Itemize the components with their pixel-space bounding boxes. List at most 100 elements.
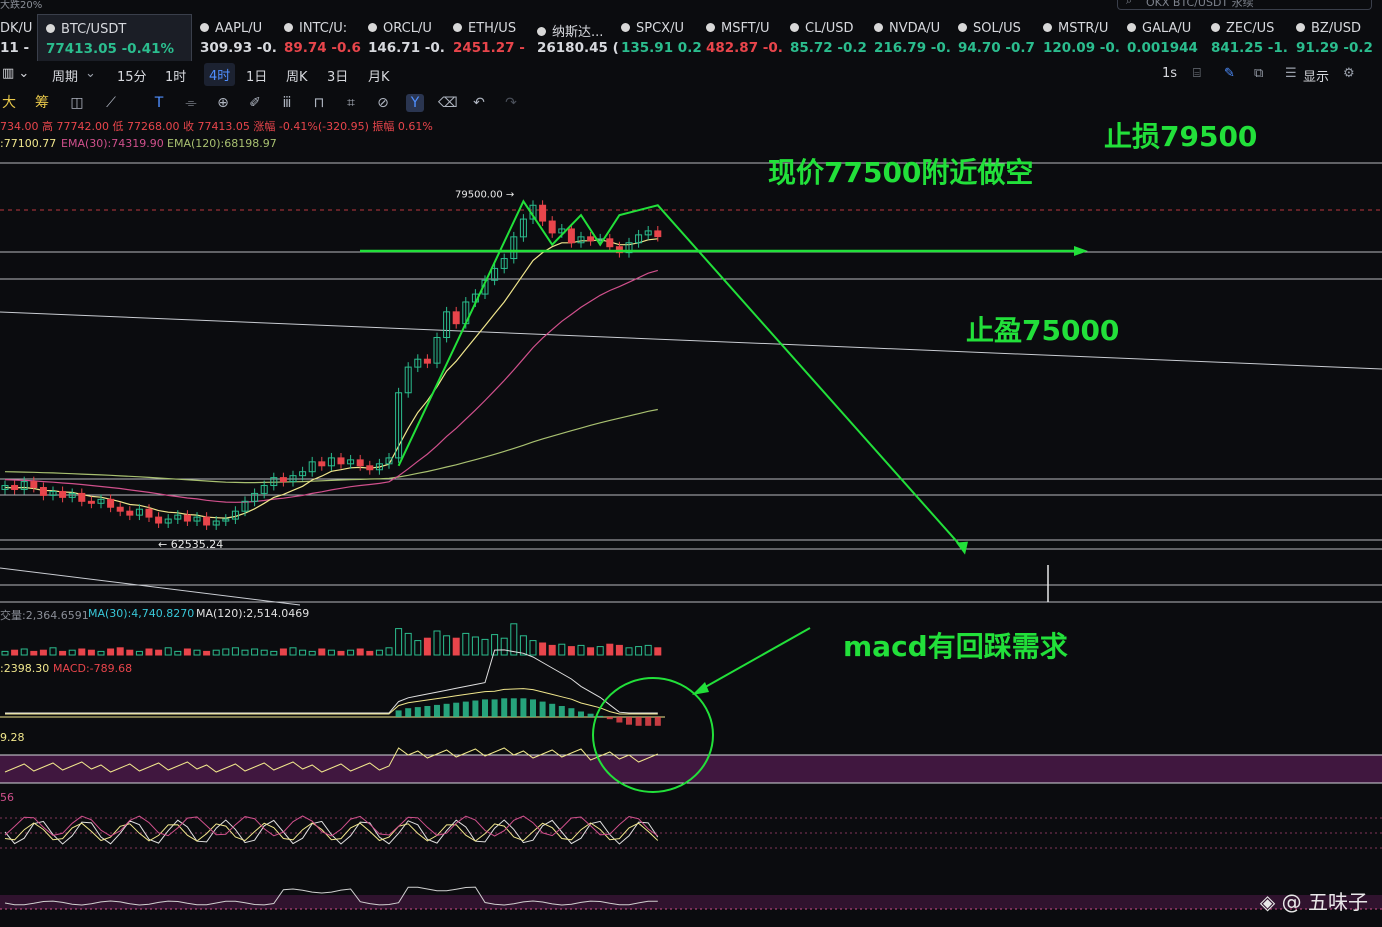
macd-pointer-arrowhead bbox=[692, 682, 709, 695]
volume-bar bbox=[654, 647, 662, 656]
volume-bar bbox=[375, 649, 383, 656]
stop-loss-label: 止损79500 bbox=[1104, 120, 1257, 153]
volume-bar bbox=[30, 650, 38, 656]
macd-dif-line bbox=[5, 649, 658, 714]
volume-bar bbox=[596, 646, 604, 656]
candle-body bbox=[203, 516, 211, 526]
volume-bar bbox=[270, 650, 278, 656]
candle-body bbox=[318, 461, 326, 467]
macd-bar bbox=[587, 713, 594, 717]
price-chart[interactable]: 79500.00 → ← 62535.24 止损79500 现价77500附近做空止盈… bbox=[0, 0, 1382, 927]
macd-bar bbox=[654, 717, 661, 726]
volume-bar bbox=[452, 637, 460, 656]
volume-bar bbox=[404, 632, 412, 656]
macd-bar bbox=[501, 698, 508, 717]
volume-bar bbox=[299, 649, 307, 656]
macd-bar bbox=[616, 717, 623, 723]
volume-bar bbox=[49, 647, 57, 656]
volume-bar bbox=[635, 646, 643, 656]
volume-bar bbox=[558, 643, 566, 656]
candle-body bbox=[59, 490, 67, 498]
binance-logo-icon: ◈ bbox=[1259, 890, 1276, 914]
macd-bar bbox=[443, 703, 450, 717]
watermark: ◈ @ 五味子 bbox=[1260, 886, 1368, 915]
volume-bar bbox=[212, 649, 220, 656]
macd-bar bbox=[482, 699, 488, 717]
macd-bar bbox=[405, 708, 412, 717]
candle-body bbox=[279, 477, 287, 483]
osc-fast-line bbox=[4, 819, 659, 845]
volume-bar bbox=[318, 648, 326, 656]
volume-bar bbox=[395, 628, 403, 656]
macd-bar bbox=[645, 717, 652, 726]
volume-bar bbox=[529, 640, 537, 656]
volume-bar bbox=[59, 650, 67, 656]
macd-bar bbox=[578, 711, 584, 717]
volume-bar bbox=[308, 650, 316, 656]
neckline-arrowhead bbox=[1074, 246, 1088, 256]
macd-bar bbox=[539, 701, 546, 717]
candle-body bbox=[587, 236, 595, 242]
volume-bar bbox=[462, 632, 470, 656]
volume-bar bbox=[183, 648, 191, 656]
candle-body bbox=[11, 485, 19, 490]
candle-body bbox=[567, 228, 575, 244]
take-profit-label: 止盈75000 bbox=[966, 314, 1119, 347]
macd-bar bbox=[395, 710, 402, 717]
volume-bar bbox=[78, 648, 86, 656]
volume-bar bbox=[433, 630, 441, 656]
candle-body bbox=[183, 514, 191, 522]
macd-bar bbox=[434, 704, 440, 717]
volume-bar bbox=[577, 644, 585, 656]
volume-bar bbox=[20, 648, 28, 656]
volume-bar bbox=[222, 648, 230, 656]
candle-body bbox=[145, 508, 153, 518]
volume-bar bbox=[231, 647, 239, 656]
volume-bar bbox=[155, 649, 163, 656]
volume-bar bbox=[39, 649, 47, 656]
volume-bar bbox=[347, 649, 355, 656]
volume-bar bbox=[519, 635, 527, 656]
macd-bar bbox=[424, 706, 431, 717]
volume-bar bbox=[327, 649, 335, 656]
candle-body bbox=[126, 510, 134, 516]
macd-bar bbox=[558, 706, 565, 717]
volume-bar bbox=[443, 635, 451, 656]
macd-bar bbox=[520, 698, 527, 717]
candle-body bbox=[78, 492, 86, 502]
macd-bar bbox=[635, 717, 642, 726]
candle-body bbox=[606, 238, 614, 248]
macd-bar bbox=[453, 702, 460, 717]
volume-bar bbox=[625, 647, 633, 656]
volume-bar bbox=[68, 649, 76, 656]
indicator5-band bbox=[0, 895, 1382, 909]
macd-bar bbox=[549, 703, 556, 717]
volume-bar bbox=[116, 647, 124, 656]
macd-bar bbox=[626, 717, 632, 725]
low-price-label: ← 62535.24 bbox=[158, 538, 223, 551]
volume-bar bbox=[11, 649, 19, 656]
volume-bar bbox=[164, 647, 172, 656]
volume-bar bbox=[203, 650, 211, 656]
volume-bar bbox=[337, 650, 345, 656]
volume-bar bbox=[539, 642, 547, 656]
candle-body bbox=[87, 500, 95, 504]
volume-bar bbox=[289, 647, 297, 656]
trend-line-lower bbox=[0, 567, 301, 606]
volume-bar bbox=[366, 650, 374, 656]
macd-bar bbox=[568, 708, 575, 717]
volume-bar bbox=[510, 623, 518, 656]
volume-bar bbox=[193, 649, 201, 656]
volume-bar bbox=[587, 647, 595, 656]
volume-bar bbox=[481, 638, 489, 656]
volume-bar bbox=[251, 648, 259, 656]
candle-body bbox=[366, 465, 374, 471]
candle-body bbox=[30, 481, 38, 489]
macd-bar bbox=[462, 701, 469, 717]
macd-pointer-arrow bbox=[699, 627, 811, 691]
macd-bar bbox=[472, 700, 479, 717]
volume-bar bbox=[87, 649, 95, 656]
volume-bar bbox=[423, 637, 431, 656]
candle-body bbox=[452, 311, 460, 325]
candle-body bbox=[337, 457, 345, 465]
